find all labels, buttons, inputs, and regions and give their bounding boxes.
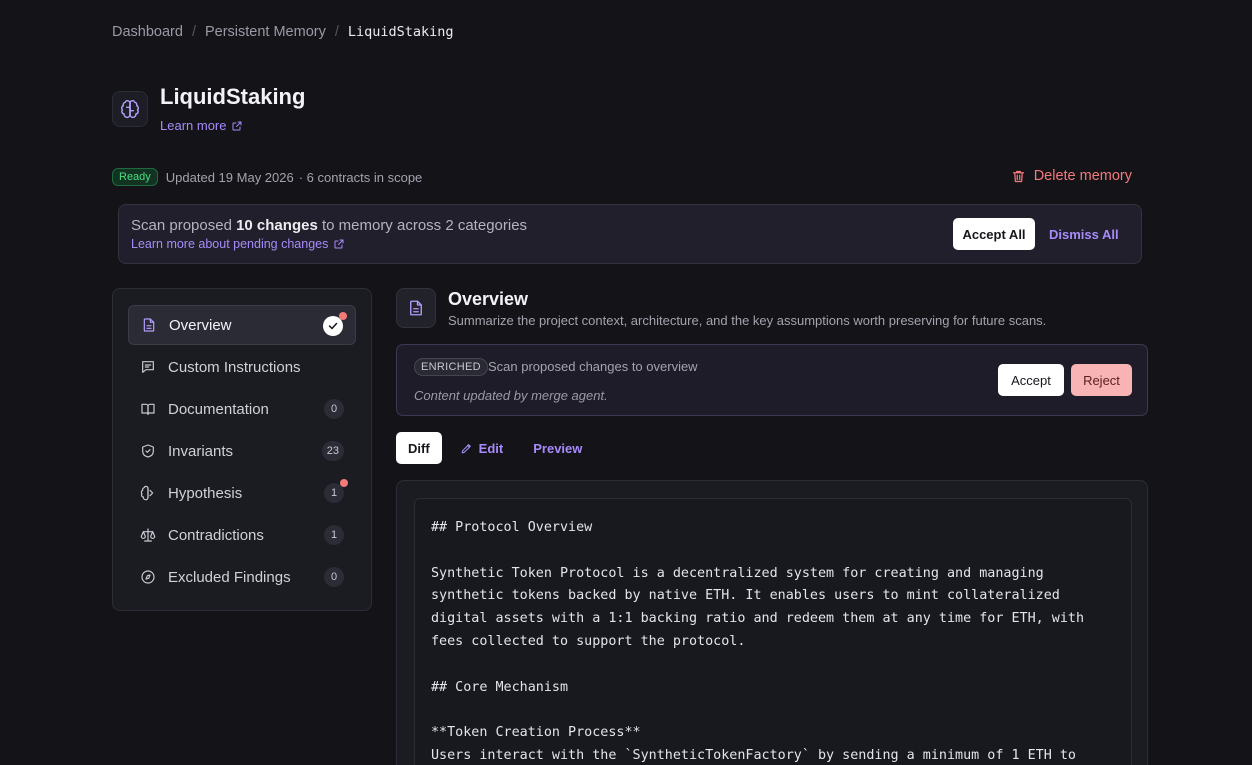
change-note: Content updated by merge agent. [414, 388, 608, 403]
breadcrumb-separator: / [191, 24, 196, 40]
brain-icon [140, 485, 156, 501]
tab-preview[interactable]: Preview [521, 432, 594, 464]
page-title: LiquidStaking [160, 84, 306, 109]
reject-button[interactable]: Reject [1071, 364, 1132, 396]
learn-more-label: Learn more [160, 118, 227, 133]
delete-memory-label: Delete memory [1033, 168, 1132, 184]
proposed-change-card: ENRICHED Scan proposed changes to overvi… [396, 344, 1148, 416]
breadcrumb: Dashboard / Persistent Memory / LiquidSt… [112, 24, 454, 40]
sidebar-item-label: Hypothesis [168, 484, 243, 502]
brain-icon [112, 91, 148, 127]
pending-changes-link[interactable]: Learn more about pending changes [131, 237, 345, 251]
status-row: Ready Updated 19 May 2026 · 6 contracts … [112, 168, 422, 186]
breadcrumb-persistent-memory[interactable]: Persistent Memory [205, 24, 326, 40]
delete-memory-button[interactable]: Delete memory [1011, 168, 1132, 184]
editor-content: ## Protocol Overview Synthetic Token Pro… [431, 520, 1085, 763]
scope-count: · 6 contracts in scope [298, 169, 423, 185]
shield-icon [140, 443, 156, 459]
updated-date: Updated 19 May 2026 [165, 169, 294, 185]
sidebar-item-label: Invariants [168, 442, 234, 460]
breadcrumb-separator: / [334, 24, 339, 40]
count-badge: 0 [324, 567, 344, 587]
sidebar-item-contradictions[interactable]: Contradictions 1 [128, 515, 356, 555]
breadcrumb-current: LiquidStaking [347, 24, 454, 40]
count-badge: 23 [321, 441, 344, 461]
unread-dot [340, 479, 348, 487]
section-title: Overview [448, 289, 529, 309]
dismiss-all-button[interactable]: Dismiss All [1049, 218, 1119, 250]
breadcrumb-dashboard[interactable]: Dashboard [112, 24, 183, 40]
tab-diff[interactable]: Diff [396, 432, 442, 464]
pending-changes-text: Scan proposed 10 changes to memory acros… [131, 217, 528, 234]
sidebar-item-label: Documentation [168, 400, 269, 418]
document-icon [141, 317, 157, 333]
count-badge: 1 [324, 525, 344, 545]
sidebar-item-label: Excluded Findings [168, 568, 291, 586]
book-icon [140, 401, 156, 417]
sidebar-item-documentation[interactable]: Documentation 0 [128, 389, 356, 429]
external-link-icon [334, 239, 344, 249]
section-subtitle: Summarize the project context, architect… [448, 313, 1047, 328]
sidebar-item-label: Contradictions [168, 526, 264, 544]
unread-dot [339, 312, 347, 320]
accept-button[interactable]: Accept [998, 364, 1064, 396]
pencil-icon [461, 443, 471, 453]
memory-sidebar: Overview Custom Instructions Documentati… [112, 288, 372, 611]
editor-panel: ## Protocol Overview Synthetic Token Pro… [396, 480, 1148, 765]
external-link-icon [232, 121, 242, 130]
enriched-badge: ENRICHED [414, 358, 488, 376]
tab-edit-label: Edit [478, 440, 504, 456]
message-icon [140, 359, 156, 375]
document-icon [396, 288, 436, 328]
sidebar-item-label: Overview [169, 316, 232, 334]
sidebar-item-excluded-findings[interactable]: Excluded Findings 0 [128, 557, 356, 597]
scale-icon [140, 527, 156, 543]
learn-more-link[interactable]: Learn more [160, 118, 243, 133]
sidebar-item-custom-instructions[interactable]: Custom Instructions [128, 347, 356, 387]
accept-all-button[interactable]: Accept All [953, 218, 1035, 250]
view-tabs: Diff Edit Preview [396, 432, 594, 464]
sidebar-item-hypothesis[interactable]: Hypothesis 1 [128, 473, 356, 513]
status-badge: Ready [112, 168, 158, 186]
diff-editor[interactable]: ## Protocol Overview Synthetic Token Pro… [414, 498, 1132, 765]
sidebar-item-invariants[interactable]: Invariants 23 [128, 431, 356, 471]
pending-changes-banner: Scan proposed 10 changes to memory acros… [118, 204, 1142, 264]
change-title: Scan proposed changes to overview [488, 359, 698, 374]
pending-changes-link-label: Learn more about pending changes [131, 237, 329, 251]
sidebar-item-label: Custom Instructions [168, 358, 301, 376]
sidebar-item-overview[interactable]: Overview [128, 305, 356, 345]
tab-edit[interactable]: Edit [448, 432, 516, 464]
compass-icon [140, 569, 156, 585]
count-badge: 0 [324, 399, 344, 419]
trash-icon [1012, 170, 1024, 182]
